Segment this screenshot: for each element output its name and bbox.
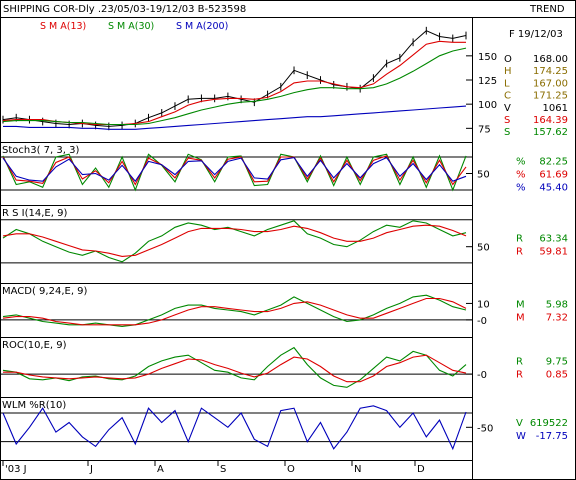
chart-title: SHIPPING COR-Dly .23/05/03-19/12/03 B-52… <box>3 4 246 15</box>
panel-title: Stoch3( 7, 3, 3) <box>2 145 79 156</box>
x-tick-label: A <box>157 464 164 475</box>
legend-label: S M A(200) <box>176 21 228 32</box>
x-tick-label: O <box>287 464 295 475</box>
readout-value: 1061 <box>543 103 568 114</box>
panel-title: MACD( 9,24,E, 9) <box>2 286 88 297</box>
readout-value: -17.75 <box>536 431 568 442</box>
readout-label: R <box>516 247 523 258</box>
readout-value: 63.34 <box>539 234 568 245</box>
readout-value: 0.85 <box>546 370 568 381</box>
x-tick-label: J <box>89 464 93 475</box>
legend-label: S M A(13) <box>40 21 86 32</box>
readout-label: % <box>516 183 526 194</box>
readout-label: V <box>504 103 511 114</box>
legend-label: S M A(30) <box>108 21 154 32</box>
date-readout: F 19/12/03 <box>509 29 563 40</box>
readout-value: 174.25 <box>533 66 568 77</box>
readout-value: 59.81 <box>539 247 568 258</box>
y-tick-label: -0 <box>477 316 487 327</box>
readout-label: S <box>504 115 510 126</box>
readout-value: 167.00 <box>533 78 568 89</box>
y-tick-label: -0 <box>477 370 487 381</box>
readout-label: O <box>504 54 512 65</box>
readout-label: % <box>516 157 526 168</box>
readout-label: R <box>516 370 523 381</box>
readout-label: R <box>516 357 523 368</box>
readout-label: R <box>516 234 523 245</box>
y-tick-label: -50 <box>477 423 493 434</box>
y-tick-label: 150 <box>478 52 497 63</box>
trend-label: TREND <box>529 4 565 15</box>
panel-title: R S I(14,E, 9) <box>2 208 67 219</box>
readout-value: 619522 <box>530 418 568 429</box>
readout-label: S <box>504 127 510 138</box>
readout-value: 168.00 <box>533 54 568 65</box>
y-tick-label: 75 <box>478 124 491 135</box>
readout-value: 45.40 <box>539 183 568 194</box>
readout-label: M <box>516 313 525 324</box>
readout-label: L <box>504 78 510 89</box>
y-tick-label: 125 <box>478 76 497 87</box>
outer-frame <box>0 0 576 480</box>
x-tick-label: S <box>220 464 226 475</box>
readout-label: V <box>516 418 523 429</box>
x-tick-label: D <box>417 464 425 475</box>
panel-title: WLM %R(10) <box>2 400 66 411</box>
readout-value: 171.25 <box>533 91 568 102</box>
readout-label: % <box>516 170 526 181</box>
readout-value: 164.39 <box>533 115 568 126</box>
x-tick-label: N <box>354 464 361 475</box>
y-tick-label: 100 <box>478 100 497 111</box>
y-tick-label: 10 <box>477 299 490 310</box>
readout-value: 61.69 <box>539 170 568 181</box>
readout-value: 9.75 <box>546 357 568 368</box>
y-tick-label: 50 <box>477 170 490 181</box>
readout-value: 5.98 <box>546 300 568 311</box>
readout-label: C <box>504 91 511 102</box>
readout-value: 82.25 <box>539 157 568 168</box>
readout-value: 157.62 <box>533 127 568 138</box>
readout-label: H <box>504 66 512 77</box>
chart-canvas: SHIPPING COR-Dly .23/05/03-19/12/03 B-52… <box>0 0 576 480</box>
readout-label: M <box>516 300 525 311</box>
panel-title: ROC(10,E, 9) <box>2 340 67 351</box>
y-tick-label: 50 <box>477 243 490 254</box>
chart-root: SHIPPING COR-Dly .23/05/03-19/12/03 B-52… <box>0 0 576 480</box>
readout-value: 7.32 <box>546 313 568 324</box>
x-tick-label: '03 J <box>5 464 27 475</box>
readout-label: W <box>516 431 526 442</box>
